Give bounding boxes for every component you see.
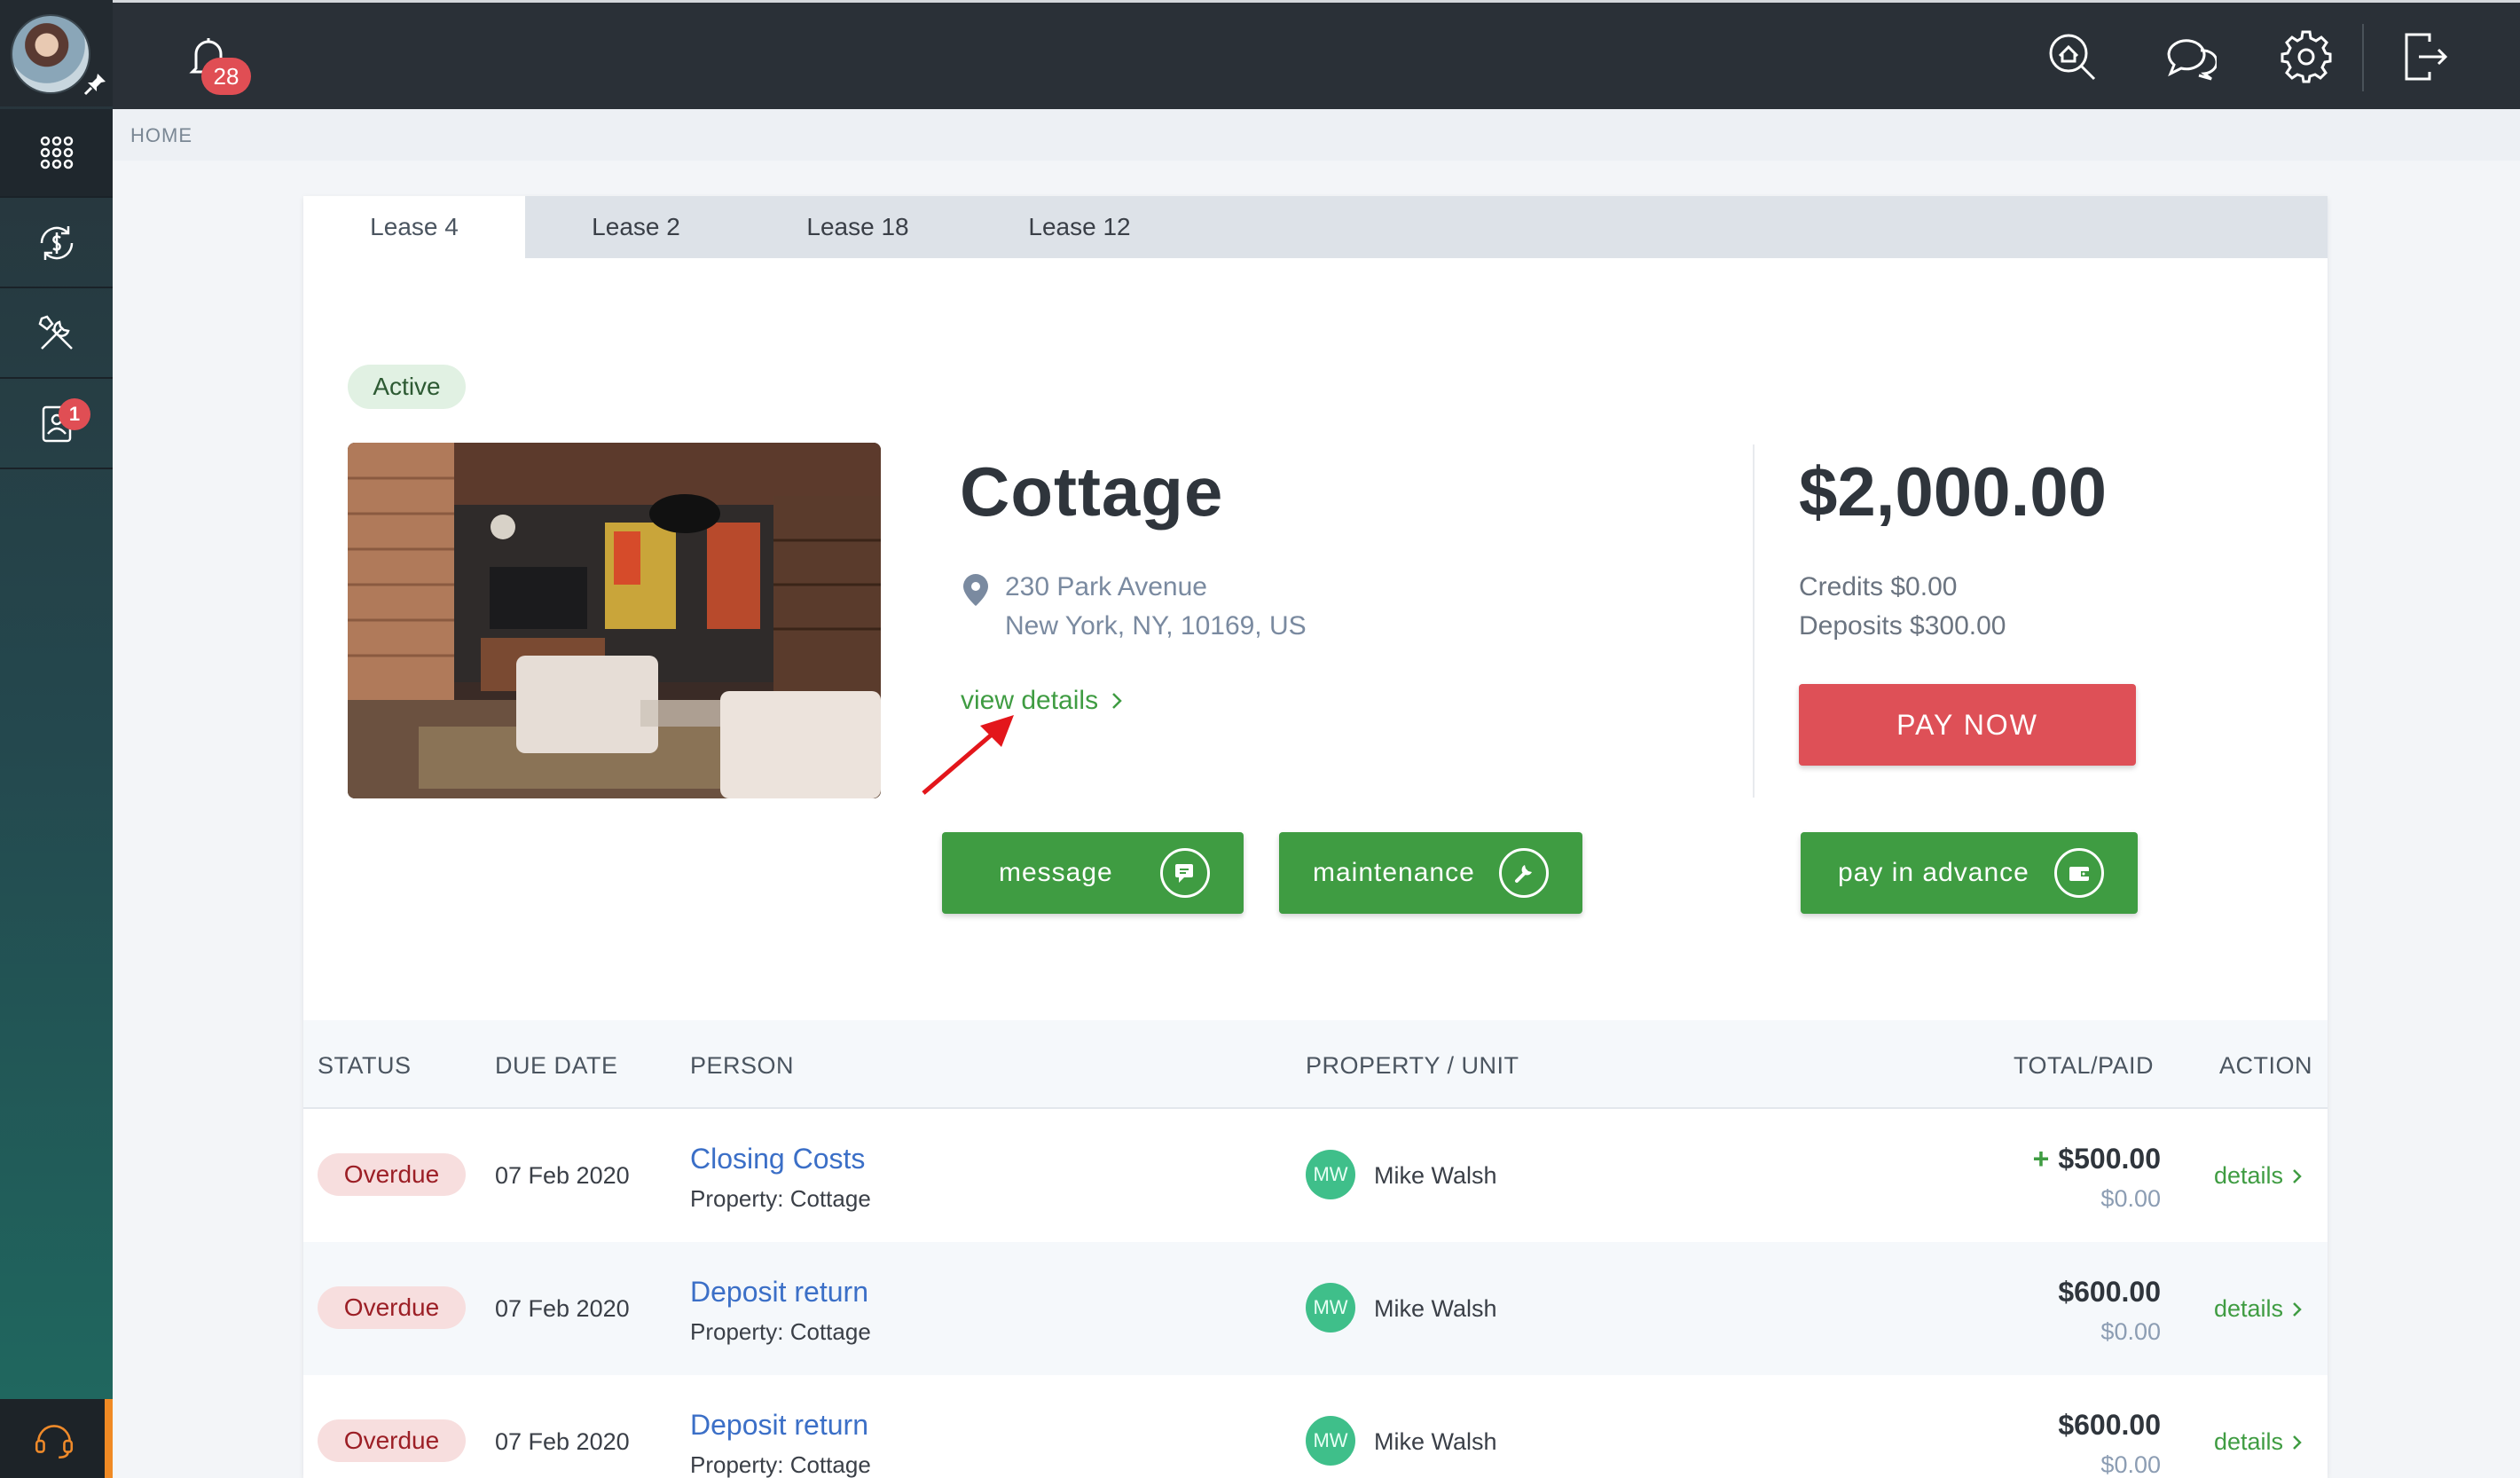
total-value: $600.00 [2058, 1276, 2161, 1308]
details-link[interactable]: details [2214, 1162, 2303, 1190]
pay-now-button[interactable]: PAY NOW [1799, 684, 2136, 766]
grid-icon [40, 136, 73, 169]
header-status[interactable]: STATUS [318, 1052, 412, 1080]
user-avatar-area[interactable] [0, 0, 113, 106]
avatar: MW [1306, 1416, 1355, 1466]
table-row[interactable]: Overdue 07 Feb 2020 Deposit return Prope… [303, 1375, 2328, 1478]
wallet-icon [2054, 848, 2104, 898]
due-date: 07 Feb 2020 [495, 1162, 630, 1189]
chat-icon[interactable] [2162, 29, 2217, 84]
amount-due: $2,000.00 [1799, 452, 2108, 531]
avatar: MW [1306, 1150, 1355, 1199]
sidebar: 1 [0, 0, 113, 1478]
support-accent [105, 1399, 113, 1478]
plus-indicator: + [2032, 1143, 2050, 1175]
header-property-unit[interactable]: PROPERTY / UNIT [1306, 1052, 1519, 1080]
status-badge: Overdue [318, 1153, 466, 1196]
total-value: $500.00 [2058, 1143, 2161, 1175]
payments-cycle-icon [40, 226, 73, 260]
address-line-2: New York, NY, 10169, US [1005, 611, 1307, 641]
person-name: Mike Walsh [1374, 1162, 1497, 1189]
logout-icon[interactable] [2398, 29, 2453, 84]
charge-property: Property: Cottage [690, 1451, 871, 1478]
status-badge: Overdue [318, 1419, 466, 1462]
due-date: 07 Feb 2020 [495, 1295, 630, 1322]
credits-text: Credits $0.00 [1799, 572, 1958, 601]
deposits-text: Deposits $300.00 [1799, 611, 2006, 641]
search-property-icon[interactable] [2045, 29, 2100, 84]
pay-in-advance-label: pay in advance [1838, 858, 2029, 887]
paid-amount: $0.00 [2100, 1185, 2161, 1212]
charge-title-link[interactable]: Deposit return [690, 1276, 868, 1309]
maintenance-button[interactable]: maintenance [1279, 832, 1582, 914]
header-action: ACTION [2219, 1052, 2313, 1079]
tab-lease-2[interactable]: Lease 2 [525, 196, 747, 258]
details-label: details [2214, 1428, 2284, 1455]
breadcrumb-bar: HOME [113, 109, 2520, 161]
person-name: Mike Walsh [1374, 1295, 1497, 1322]
tab-lease-4[interactable]: Lease 4 [303, 196, 525, 258]
status-badge: Overdue [318, 1286, 466, 1329]
lease-status-badge: Active [348, 365, 466, 409]
tools-icon [38, 315, 73, 350]
location-pin-icon [963, 574, 988, 606]
pay-in-advance-button[interactable]: pay in advance [1801, 832, 2138, 914]
charge-property: Property: Cottage [690, 1185, 871, 1212]
table-row[interactable]: Overdue 07 Feb 2020 Deposit return Prope… [303, 1242, 2328, 1375]
chevron-right-icon [2293, 1301, 2302, 1317]
paid-amount: $0.00 [2100, 1451, 2161, 1478]
person-name: Mike Walsh [1374, 1428, 1497, 1455]
chevron-right-icon [1112, 693, 1122, 709]
total-value: $600.00 [2058, 1409, 2161, 1441]
sidebar-item-documents[interactable]: 1 [0, 381, 113, 469]
details-label: details [2214, 1162, 2284, 1189]
table-header: STATUS DUE DATE PERSON PROPERTY / UNIT T… [303, 1020, 2328, 1109]
paid-amount: $0.00 [2100, 1318, 2161, 1345]
header-total-paid[interactable]: TOTAL/PAID [2014, 1052, 2154, 1080]
top-bar: 28 [113, 0, 2520, 109]
documents-badge: 1 [59, 398, 90, 430]
avatar[interactable] [11, 14, 90, 94]
tab-lease-18[interactable]: Lease 18 [747, 196, 969, 258]
total-amount: + $500.00 [2033, 1143, 2161, 1175]
pin-icon[interactable] [82, 71, 108, 98]
details-link[interactable]: details [2214, 1295, 2303, 1323]
property-title: Cottage [960, 452, 1224, 531]
annotation-arrow-icon [922, 715, 1014, 795]
message-button-label: message [999, 858, 1113, 887]
table-row[interactable]: Overdue 07 Feb 2020 Closing Costs Proper… [303, 1109, 2328, 1242]
maintenance-button-label: maintenance [1313, 858, 1475, 887]
breadcrumb-home[interactable]: HOME [130, 124, 192, 147]
sidebar-item-dashboard[interactable] [0, 109, 113, 198]
details-link[interactable]: details [2214, 1428, 2303, 1456]
charge-title-link[interactable]: Deposit return [690, 1409, 868, 1442]
sidebar-item-payments[interactable] [0, 200, 113, 288]
chevron-right-icon [2293, 1168, 2302, 1183]
headset-icon [35, 1424, 74, 1458]
support-button[interactable] [0, 1399, 108, 1478]
section-divider [1753, 444, 1755, 798]
topbar-divider [2362, 24, 2364, 91]
details-label: details [2214, 1295, 2284, 1322]
total-amount: $600.00 [2058, 1409, 2161, 1442]
gear-icon[interactable] [2279, 29, 2334, 84]
property-photo [348, 443, 881, 798]
wrench-icon [1499, 848, 1549, 898]
tab-lease-12[interactable]: Lease 12 [969, 196, 1190, 258]
sidebar-item-maintenance[interactable] [0, 290, 113, 379]
header-person[interactable]: PERSON [690, 1052, 794, 1080]
avatar: MW [1306, 1283, 1355, 1333]
header-due-date[interactable]: DUE DATE [495, 1052, 618, 1080]
lease-tabs: Lease 4 Lease 2 Lease 18 Lease 12 [303, 196, 2328, 258]
total-amount: $600.00 [2058, 1276, 2161, 1309]
chat-bubble-icon [1160, 848, 1210, 898]
due-date: 07 Feb 2020 [495, 1428, 630, 1455]
charge-title-link[interactable]: Closing Costs [690, 1143, 865, 1175]
charge-property: Property: Cottage [690, 1318, 871, 1345]
message-button[interactable]: message [942, 832, 1244, 914]
chevron-right-icon [2293, 1435, 2302, 1450]
address-line-1: 230 Park Avenue [1005, 572, 1207, 601]
notification-badge: 28 [201, 58, 251, 95]
lease-card: Lease 4 Lease 2 Lease 18 Lease 12 Active… [303, 196, 2328, 1478]
